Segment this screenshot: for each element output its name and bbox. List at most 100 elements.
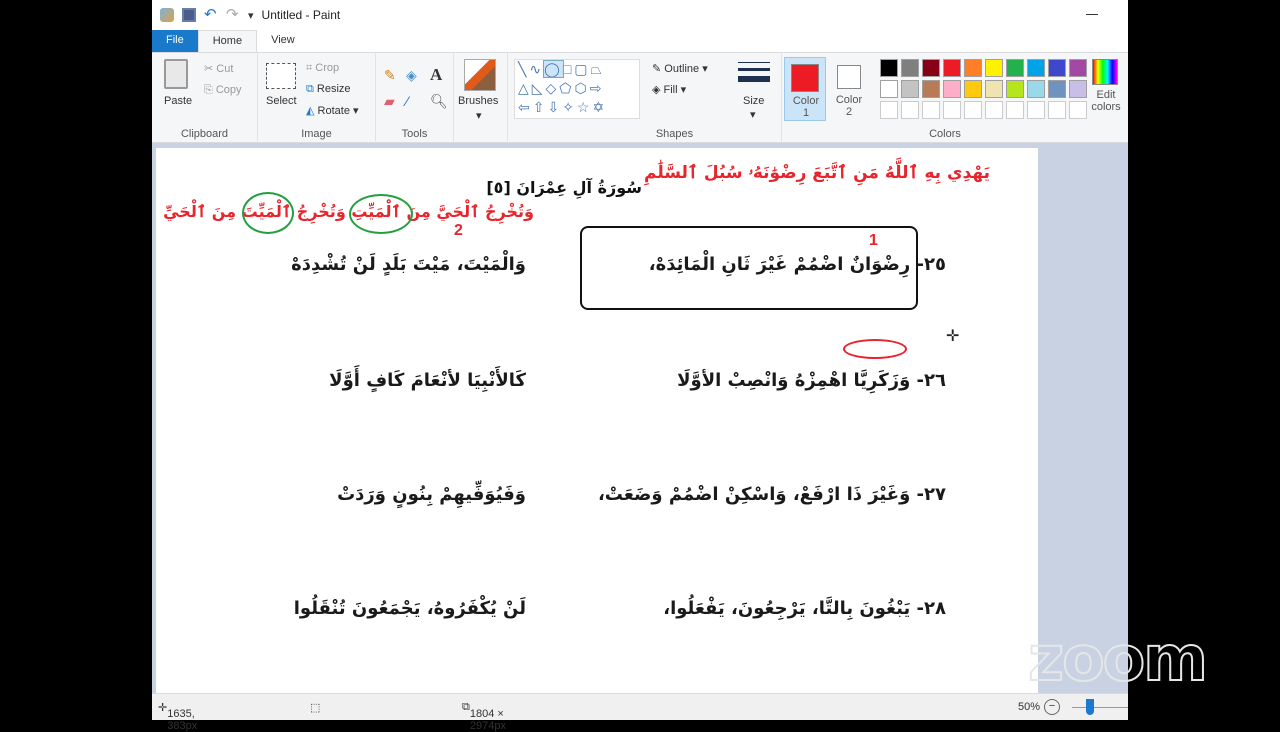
color-picker-icon[interactable]: ⁄ <box>406 93 408 109</box>
text-tool-icon[interactable]: A <box>430 65 442 85</box>
verse-line-right: ٢٨- يَبْغُونَ بِالتَّا، يَرْجِعُونَ، يَف… <box>663 598 946 619</box>
shapes-gallery[interactable]: ╲∿◯□▢⏢ △◺◇⬠⬡⇨ ⇦⇧⇩✧☆✡ <box>514 59 640 119</box>
image-group: Select ⌗ Crop ⧉ Resize ◭ Rotate ▾ Image <box>258 53 376 143</box>
customize-quick-access-icon[interactable]: ▾ <box>248 9 254 22</box>
palette-swatch[interactable] <box>1006 59 1024 77</box>
palette-swatch[interactable] <box>901 59 919 77</box>
resize-button[interactable]: ⧉ Resize <box>306 83 351 96</box>
palette-swatch[interactable] <box>1069 80 1087 98</box>
zoom-level: 50% <box>1018 701 1041 713</box>
fill-bucket-icon[interactable]: ◈ <box>406 67 417 84</box>
minimize-button[interactable] <box>1086 14 1098 15</box>
tab-home[interactable]: Home <box>197 30 258 52</box>
cut-button[interactable]: ✂ Cut <box>204 62 233 75</box>
palette-swatch[interactable] <box>880 101 898 119</box>
paint-window: ↶ ↷ ▾ Untitled - Paint File Home View Pa… <box>152 0 1128 732</box>
palette-swatch[interactable] <box>922 80 940 98</box>
palette-swatch[interactable] <box>943 101 961 119</box>
annotation-number-1: 1 <box>869 232 878 249</box>
palette-swatch[interactable] <box>943 80 961 98</box>
palette-swatch[interactable] <box>880 80 898 98</box>
palette-swatch[interactable] <box>922 101 940 119</box>
eraser-icon[interactable]: ▰ <box>384 93 395 110</box>
palette-swatch[interactable] <box>985 59 1003 77</box>
zoom-out-button[interactable]: − <box>1044 699 1060 715</box>
paste-button[interactable]: Paste <box>164 59 194 119</box>
edit-colors-button[interactable]: Edit colors <box>1088 59 1124 123</box>
color1-button[interactable]: Color 1 <box>784 57 826 121</box>
rainbow-icon <box>1092 59 1118 85</box>
window-title: Untitled - Paint <box>261 8 341 22</box>
palette-swatch[interactable] <box>1048 101 1066 119</box>
colors-group: Color 1 Color 2 Edit colors Colors <box>782 53 1128 143</box>
image-size: ⧉ 1804 × 2974px <box>462 701 506 732</box>
palette-swatch[interactable] <box>985 101 1003 119</box>
zoom-watermark-logo: zoom <box>1027 621 1209 696</box>
crop-button[interactable]: ⌗ Crop <box>306 62 339 75</box>
outline-button[interactable]: ✎ Outline ▾ <box>652 62 708 75</box>
tab-file[interactable]: File <box>152 30 198 52</box>
palette-swatch[interactable] <box>964 101 982 119</box>
tools-group: ✎ ◈ A ▰ ⁄ 🔍︎ Tools <box>376 53 454 143</box>
palette-swatch[interactable] <box>1048 59 1066 77</box>
fill-button[interactable]: ◈ Fill ▾ <box>652 83 686 96</box>
rotate-button[interactable]: ◭ Rotate ▾ <box>306 104 359 117</box>
palette-swatch[interactable] <box>1069 59 1087 77</box>
palette-swatch[interactable] <box>943 59 961 77</box>
palette-swatch[interactable] <box>1006 80 1024 98</box>
copy-button[interactable]: ⎘ Copy <box>204 84 242 97</box>
palette-swatch[interactable] <box>922 59 940 77</box>
color2-swatch <box>837 65 861 89</box>
palette-swatch[interactable] <box>1006 101 1024 119</box>
clipboard-group: Paste ✂ Cut ⎘ Copy Clipboard <box>152 53 258 143</box>
status-bar: ✛ 1635, 383px ⬚ ⧉ 1804 × 2974px 50% − <box>152 693 1128 732</box>
verse-line-left: كَالأَنْبِيَا لأنْعَامَ كَافٍ أَوَّلَا <box>329 370 526 391</box>
palette-swatch[interactable] <box>985 80 1003 98</box>
color2-button[interactable]: Color 2 <box>830 57 872 121</box>
drawing-canvas[interactable]: يَهْدِي بِهِ ٱللَّهُ مَنِ ٱتَّبَعَ رِضْو… <box>156 148 1038 693</box>
palette-swatch[interactable] <box>880 59 898 77</box>
verse-line-left: لَنْ يُكْفَرُوهُ، يَجْمَعُونَ تُنْقَلُوا <box>293 598 526 619</box>
zoom-slider-thumb[interactable] <box>1086 699 1094 715</box>
palette-swatch[interactable] <box>964 59 982 77</box>
ribbon-tabs: File Home View <box>152 30 1128 53</box>
brushes-button[interactable]: Brushes ▾ <box>454 53 508 143</box>
pencil-icon[interactable]: ✎ <box>384 67 396 84</box>
palette-swatch[interactable] <box>1027 80 1045 98</box>
select-icon <box>266 63 296 89</box>
palette-swatch[interactable] <box>1027 59 1045 77</box>
cursor-crosshair-icon: ✛ <box>946 328 960 345</box>
canvas-area: يَهْدِي بِهِ ٱللَّهُ مَنِ ٱتَّبَعَ رِضْو… <box>152 143 1128 693</box>
green-circle-annotation <box>349 194 413 234</box>
palette-swatch[interactable] <box>901 80 919 98</box>
redo-icon[interactable]: ↷ <box>226 7 240 22</box>
selection-size-icon: ⬚ <box>310 702 321 714</box>
color1-swatch <box>791 64 819 92</box>
undo-icon[interactable]: ↶ <box>204 7 218 22</box>
title-bar: ↶ ↷ ▾ Untitled - Paint <box>152 0 1128 30</box>
palette-swatch[interactable] <box>1069 101 1087 119</box>
annotation-number-2: 2 <box>454 222 463 239</box>
verse-line-right: ٢٦- وَزَكَرِيَّا اهْمِزْهُ وَانْصِبْ الأ… <box>677 370 946 391</box>
verse-line-right: ٢٧- وَغَيْرَ ذَا ارْفَعْ، وَاسْكِنْ اضْم… <box>597 484 946 505</box>
clipboard-icon <box>164 59 188 89</box>
green-circle-annotation <box>242 192 294 234</box>
palette-swatch[interactable] <box>964 80 982 98</box>
save-icon[interactable] <box>182 8 196 22</box>
brush-icon <box>464 59 496 91</box>
ribbon: Paste ✂ Cut ⎘ Copy Clipboard Select ⌗ Cr… <box>152 53 1128 143</box>
verse-line-left: وَالْمَيْتَ، مَيْتَ بَلَدٍ لَنْ تُشْدِدَ… <box>291 254 526 275</box>
select-button[interactable]: Select <box>266 63 298 118</box>
verse-line-left: وَفَيُوَفِّيهِمْ بِنُونٍ وَرَدَتْ <box>337 484 526 505</box>
surah-title: سُورَةُ آلِ عِمْرَانَ [٥] <box>486 178 642 197</box>
cursor-position: ✛ 1635, 383px <box>158 702 198 732</box>
palette-swatch[interactable] <box>901 101 919 119</box>
palette-swatch[interactable] <box>1048 80 1066 98</box>
red-oval-annotation <box>843 339 907 359</box>
zoom-slider[interactable] <box>1072 707 1128 708</box>
header-verse-red: يَهْدِي بِهِ ٱللَّهُ مَنِ ٱتَّبَعَ رِضْو… <box>643 163 990 183</box>
magnifier-icon[interactable]: 🔍︎ <box>430 93 448 110</box>
palette-swatch[interactable] <box>1027 101 1045 119</box>
tab-view[interactable]: View <box>257 30 309 52</box>
paint-app-icon[interactable] <box>160 8 174 22</box>
